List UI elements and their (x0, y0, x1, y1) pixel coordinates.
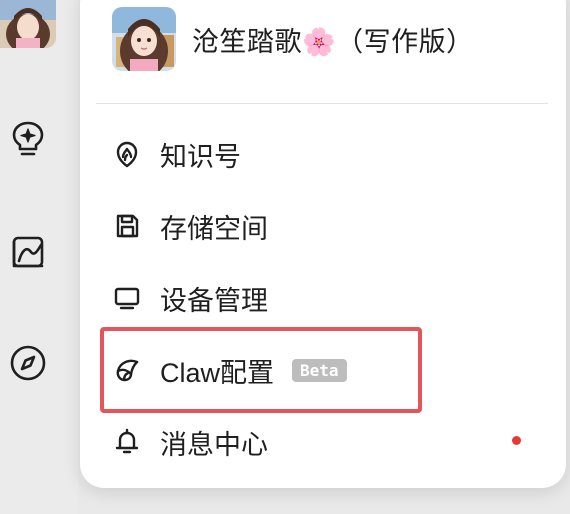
menu-item-devices[interactable]: 设备管理 (112, 276, 268, 320)
bell-icon (112, 427, 142, 457)
knowledge-icon (112, 139, 142, 169)
app-window: 沧笙踏歌🌸（写作版） 知识号 存储空间 设备管理 Claw配置 Beta 消息中… (0, 0, 570, 514)
profile-avatar[interactable] (112, 7, 176, 71)
menu-item-knowledge[interactable]: 知识号 (112, 132, 241, 176)
beta-badge: Beta (292, 358, 347, 382)
menu-item-messages[interactable]: 消息中心 (112, 420, 268, 464)
profile-name: 沧笙踏歌🌸（写作版） (192, 26, 474, 57)
menu-divider (96, 103, 548, 104)
compass-icon[interactable] (8, 343, 48, 383)
menu-item-label: Claw配置 (160, 357, 275, 388)
lightbulb-sparkle-icon[interactable] (8, 118, 48, 158)
menu-item-label: 消息中心 (160, 429, 268, 460)
menu-item-label: 知识号 (160, 141, 241, 172)
claw-icon (112, 355, 142, 385)
chart-line-icon[interactable] (8, 232, 48, 272)
menu-item-label: 设备管理 (160, 285, 268, 316)
unread-dot (512, 436, 521, 445)
monitor-icon (112, 283, 142, 313)
account-menu-popup: 沧笙踏歌🌸（写作版） 知识号 存储空间 设备管理 Claw配置 Beta 消息中… (80, 0, 566, 488)
menu-item-storage[interactable]: 存储空间 (112, 204, 268, 248)
sidebar-avatar[interactable] (0, 0, 56, 48)
menu-item-label: 存储空间 (160, 213, 268, 244)
left-sidebar (0, 0, 78, 514)
profile-header[interactable]: 沧笙踏歌🌸（写作版） (112, 7, 474, 71)
menu-item-claw-config[interactable]: Claw配置 Beta (112, 348, 347, 392)
storage-icon (112, 211, 142, 241)
